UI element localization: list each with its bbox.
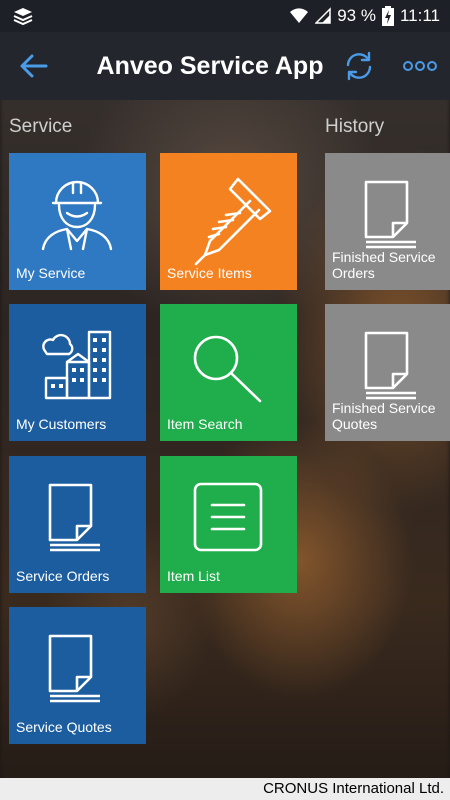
layers-icon — [13, 8, 33, 26]
tile-service-quotes[interactable]: Service Quotes — [9, 607, 146, 744]
section-label-history: History — [325, 116, 385, 137]
more-dots-icon[interactable] — [402, 57, 438, 75]
tile-item-search[interactable]: Item Search — [160, 304, 297, 441]
wifi-icon — [290, 8, 309, 23]
page-title: Anveo Service App — [96, 52, 324, 80]
tile-label: My Customers — [16, 416, 107, 432]
clock: 11:11 — [399, 6, 440, 25]
tile-label: Item Search — [167, 416, 243, 432]
status-bar: 93 % 11:11 — [0, 0, 450, 32]
signal-icon — [315, 7, 331, 24]
tile-label: Service Quotes — [16, 719, 112, 735]
app-bar: Anveo Service App — [0, 32, 450, 100]
battery-charging-icon — [381, 6, 394, 26]
tile-service-orders[interactable]: Service Orders — [9, 456, 146, 593]
tile-label: My Service — [16, 265, 86, 281]
tile-label: Service Orders — [16, 568, 110, 584]
tile-my-customers[interactable]: My Customers — [9, 304, 146, 441]
battery-percent: 93 % — [337, 6, 376, 25]
tile-finished-service-quotes[interactable]: Finished Service Quotes — [325, 304, 450, 441]
footer-company: CRONUS International Ltd. — [0, 778, 450, 800]
section-label-service: Service — [9, 116, 73, 137]
tile-service-items[interactable]: Service Items — [160, 153, 297, 290]
tile-label: Finished Service Orders — [332, 249, 436, 281]
tile-my-service[interactable]: My Service — [9, 153, 146, 290]
tile-label: Finished Service Quotes — [332, 400, 436, 432]
tile-finished-service-orders[interactable]: Finished Service Orders — [325, 153, 450, 290]
tile-label: Service Items — [167, 265, 252, 281]
tile-label: Item List — [167, 568, 220, 584]
tile-item-list[interactable]: Item List — [160, 456, 297, 593]
sync-icon[interactable] — [343, 50, 375, 82]
